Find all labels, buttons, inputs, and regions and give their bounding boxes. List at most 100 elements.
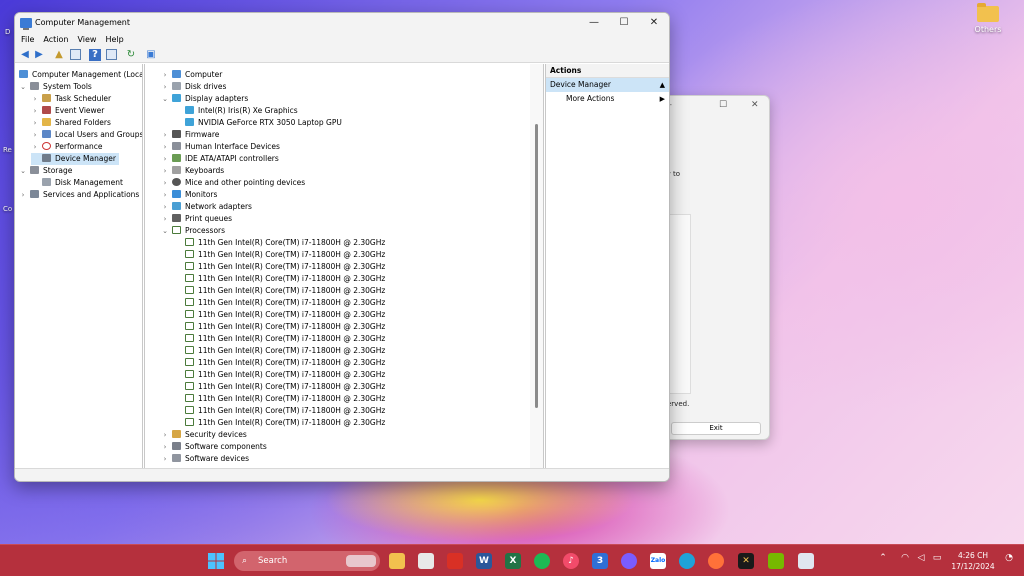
up-folder-icon[interactable]: ▲ bbox=[53, 49, 65, 61]
chevron-right-icon[interactable]: › bbox=[31, 129, 39, 141]
device-category-computer[interactable]: › Computer bbox=[161, 69, 222, 81]
scan-hardware-icon[interactable]: ▣ bbox=[145, 49, 157, 61]
firefox-icon[interactable] bbox=[708, 553, 724, 569]
chevron-right-icon[interactable]: › bbox=[161, 153, 169, 165]
nvidia-icon[interactable] bbox=[768, 553, 784, 569]
wifi-icon[interactable]: ◠ bbox=[898, 553, 912, 563]
messenger-icon[interactable] bbox=[621, 553, 637, 569]
chevron-right-icon[interactable]: › bbox=[161, 429, 169, 441]
chevron-down-icon[interactable]: ⌄ bbox=[161, 93, 169, 105]
forward-arrow-icon[interactable]: ▶ bbox=[33, 49, 45, 61]
chevron-right-icon[interactable]: › bbox=[161, 453, 169, 465]
processor-item[interactable]: 11th Gen Intel(R) Core(TM) i7-11800H @ 2… bbox=[185, 309, 385, 321]
chevron-right-icon[interactable]: › bbox=[31, 141, 39, 153]
maximize-button[interactable]: ☐ bbox=[609, 13, 639, 33]
show-hide-tree-icon[interactable] bbox=[69, 49, 81, 61]
device-item-nvidia-gpu[interactable]: NVIDIA GeForce RTX 3050 Laptop GPU bbox=[185, 117, 342, 129]
tree-item-storage[interactable]: ⌄ Storage bbox=[19, 165, 72, 177]
battery-icon[interactable]: ▭ bbox=[930, 553, 944, 563]
properties-icon[interactable] bbox=[105, 49, 117, 61]
chevron-right-icon[interactable]: › bbox=[161, 165, 169, 177]
refresh-icon[interactable]: ↻ bbox=[125, 49, 137, 61]
menu-view[interactable]: View bbox=[77, 33, 96, 47]
chevron-right-icon[interactable]: › bbox=[161, 177, 169, 189]
taskbar-clock[interactable]: 4:26 CH 17/12/2024 bbox=[946, 550, 1000, 572]
scrollbar-thumb[interactable] bbox=[535, 124, 538, 408]
tree-item-system-tools[interactable]: ⌄ System Tools bbox=[19, 81, 92, 93]
windows-start-icon[interactable] bbox=[208, 553, 224, 569]
processor-item[interactable]: 11th Gen Intel(R) Core(TM) i7-11800H @ 2… bbox=[185, 417, 385, 429]
microsoft-store-icon[interactable] bbox=[418, 553, 434, 569]
actions-device-manager-section[interactable]: Device Manager ▲ bbox=[546, 78, 669, 92]
tree-item-root[interactable]: Computer Management (Local) bbox=[19, 69, 142, 81]
processor-item[interactable]: 11th Gen Intel(R) Core(TM) i7-11800H @ 2… bbox=[185, 237, 385, 249]
pdf-reader-icon[interactable] bbox=[447, 553, 463, 569]
spotify-icon[interactable] bbox=[534, 553, 550, 569]
device-category-print-queues[interactable]: › Print queues bbox=[161, 213, 232, 225]
processor-item[interactable]: 11th Gen Intel(R) Core(TM) i7-11800H @ 2… bbox=[185, 321, 385, 333]
chevron-right-icon[interactable]: › bbox=[31, 105, 39, 117]
chevron-right-icon[interactable]: › bbox=[161, 189, 169, 201]
collapse-up-icon[interactable]: ▲ bbox=[660, 78, 665, 92]
back-arrow-icon[interactable]: ◀ bbox=[19, 49, 31, 61]
taskbar-search-box[interactable]: ⌕ Search bbox=[234, 551, 380, 571]
device-category-disk-drives[interactable]: › Disk drives bbox=[161, 81, 226, 93]
chevron-right-icon[interactable]: › bbox=[161, 141, 169, 153]
tree-item-device-manager[interactable]: Device Manager bbox=[31, 153, 119, 165]
chevron-up-icon[interactable]: ⌃ bbox=[876, 553, 890, 563]
about-maximize-button[interactable]: ☐ bbox=[719, 100, 727, 110]
device-category-hid[interactable]: › Human Interface Devices bbox=[161, 141, 280, 153]
notification-bell-icon[interactable]: ◔ bbox=[1002, 553, 1016, 563]
chevron-right-icon[interactable]: › bbox=[161, 81, 169, 93]
processor-item[interactable]: 11th Gen Intel(R) Core(TM) i7-11800H @ 2… bbox=[185, 297, 385, 309]
about-close-button[interactable]: ✕ bbox=[751, 100, 759, 110]
tree-item-services[interactable]: › Services and Applications bbox=[19, 189, 139, 201]
chevron-right-icon[interactable]: › bbox=[161, 69, 169, 81]
device-category-processors[interactable]: ⌄ Processors bbox=[161, 225, 225, 237]
volume-icon[interactable]: ◁ bbox=[914, 553, 928, 563]
chevron-down-icon[interactable]: ⌄ bbox=[19, 165, 27, 177]
minimize-button[interactable]: — bbox=[579, 13, 609, 33]
device-list-scrollbar[interactable] bbox=[530, 64, 544, 468]
device-category-security[interactable]: › Security devices bbox=[161, 429, 247, 441]
processor-item[interactable]: 11th Gen Intel(R) Core(TM) i7-11800H @ 2… bbox=[185, 369, 385, 381]
device-category-monitors[interactable]: › Monitors bbox=[161, 189, 217, 201]
chevron-right-icon[interactable]: › bbox=[31, 93, 39, 105]
chevron-right-icon[interactable]: › bbox=[161, 441, 169, 453]
tree-item-shared-folders[interactable]: › Shared Folders bbox=[31, 117, 111, 129]
edge-browser-icon[interactable] bbox=[679, 553, 695, 569]
menu-help[interactable]: Help bbox=[105, 33, 123, 47]
help-icon[interactable]: ? bbox=[89, 49, 101, 61]
app-3-icon[interactable]: 3 bbox=[592, 553, 608, 569]
chevron-right-icon[interactable]: › bbox=[161, 129, 169, 141]
word-icon[interactable]: W bbox=[476, 553, 492, 569]
chevron-right-icon[interactable]: › bbox=[19, 189, 27, 201]
processor-item[interactable]: 11th Gen Intel(R) Core(TM) i7-11800H @ 2… bbox=[185, 405, 385, 417]
desktop-icon-others[interactable]: Others bbox=[966, 3, 1010, 34]
chevron-right-icon[interactable]: › bbox=[31, 117, 39, 129]
processor-item[interactable]: 11th Gen Intel(R) Core(TM) i7-11800H @ 2… bbox=[185, 393, 385, 405]
device-category-network[interactable]: › Network adapters bbox=[161, 201, 252, 213]
processor-item[interactable]: 11th Gen Intel(R) Core(TM) i7-11800H @ 2… bbox=[185, 357, 385, 369]
processor-item[interactable]: 11th Gen Intel(R) Core(TM) i7-11800H @ 2… bbox=[185, 273, 385, 285]
processor-item[interactable]: 11th Gen Intel(R) Core(TM) i7-11800H @ 2… bbox=[185, 261, 385, 273]
processor-item[interactable]: 11th Gen Intel(R) Core(TM) i7-11800H @ 2… bbox=[185, 285, 385, 297]
device-category-software-devices[interactable]: › Software devices bbox=[161, 453, 249, 465]
computer-management-taskbar-icon[interactable] bbox=[798, 553, 814, 569]
menu-action[interactable]: Action bbox=[43, 33, 68, 47]
chevron-down-icon[interactable]: ⌄ bbox=[161, 225, 169, 237]
zalo-icon[interactable]: Zalo bbox=[650, 553, 666, 569]
chevron-right-icon[interactable]: › bbox=[161, 213, 169, 225]
device-category-mice[interactable]: › Mice and other pointing devices bbox=[161, 177, 305, 189]
processor-item[interactable]: 11th Gen Intel(R) Core(TM) i7-11800H @ 2… bbox=[185, 381, 385, 393]
device-category-keyboards[interactable]: › Keyboards bbox=[161, 165, 224, 177]
menu-file[interactable]: File bbox=[21, 33, 34, 47]
music-app-icon[interactable]: ♪ bbox=[563, 553, 579, 569]
close-button[interactable]: ✕ bbox=[639, 13, 669, 33]
chevron-down-icon[interactable]: ⌄ bbox=[19, 81, 27, 93]
processor-item[interactable]: 11th Gen Intel(R) Core(TM) i7-11800H @ 2… bbox=[185, 249, 385, 261]
tree-item-disk-management[interactable]: Disk Management bbox=[31, 177, 123, 189]
tree-item-performance[interactable]: › Performance bbox=[31, 141, 103, 153]
file-explorer-icon[interactable] bbox=[389, 553, 405, 569]
tree-item-event-viewer[interactable]: › Event Viewer bbox=[31, 105, 104, 117]
